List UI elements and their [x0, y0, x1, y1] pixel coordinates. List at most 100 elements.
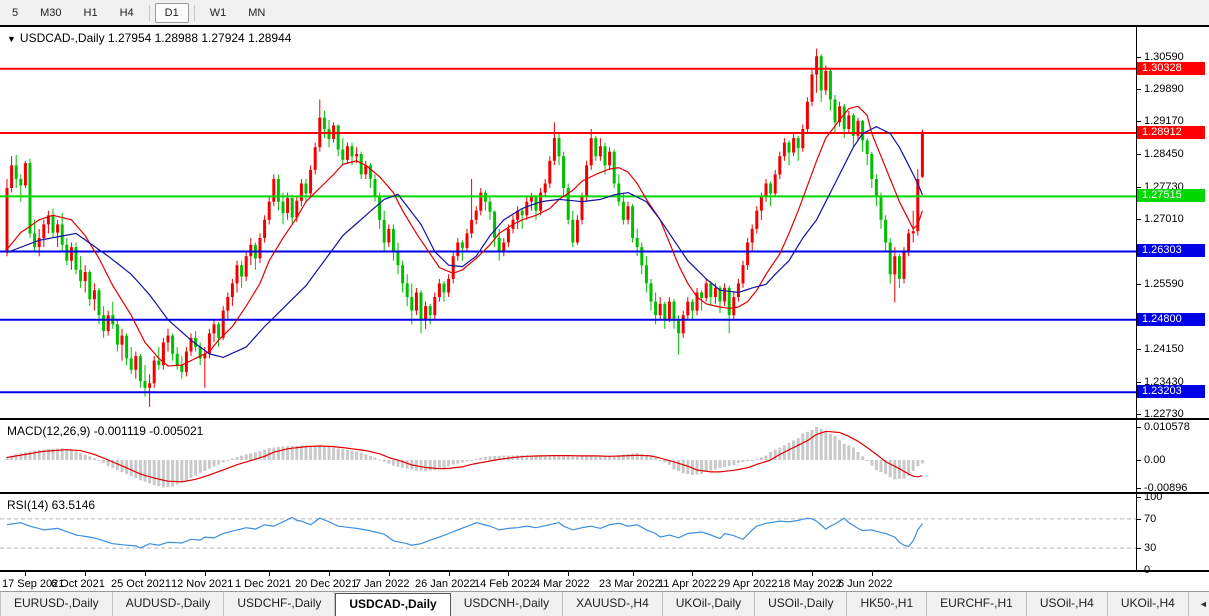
toolbar-separator: [149, 5, 150, 21]
price-axis-label: 1.27010: [1144, 213, 1184, 225]
time-tick: [205, 572, 206, 576]
time-tick: [633, 572, 634, 576]
tab-xauusd-h4[interactable]: XAUUSD-,H4: [563, 592, 663, 616]
price-tag-1.24800: 1.24800: [1137, 313, 1205, 326]
time-tick: [508, 572, 509, 576]
timeframe-button-D1[interactable]: D1: [155, 3, 189, 23]
price-tag-1.30328: 1.30328: [1137, 62, 1205, 75]
date-label: 18 May 2022: [778, 578, 842, 590]
time-tick: [145, 572, 146, 576]
date-label: 12 Nov 2021: [171, 578, 233, 590]
time-tick: [269, 572, 270, 576]
timeframe-button-H4[interactable]: H4: [110, 3, 144, 23]
date-label: 23 Mar 2022: [599, 578, 661, 590]
axis-tick: [1137, 414, 1141, 415]
date-label: 25 Oct 2021: [111, 578, 171, 590]
time-tick: [449, 572, 450, 576]
tab-audusd-daily[interactable]: AUDUSD-,Daily: [113, 592, 225, 616]
axis-tick: [1137, 570, 1141, 571]
tab-scroll-arrows: ◄►: [1189, 592, 1209, 616]
price-axis-label: 1.29890: [1144, 83, 1184, 95]
date-label: 11 Apr 2022: [658, 578, 717, 590]
candles-layer[interactable]: [6, 49, 924, 407]
date-label: 26 Jan 2022: [415, 578, 476, 590]
tab-hk50-h1[interactable]: HK50-,H1: [847, 592, 927, 616]
price-tag-1.27515: 1.27515: [1137, 189, 1205, 202]
tab-scroll-left-button[interactable]: ◄: [1199, 599, 1208, 609]
chart-title-text: USDCAD-,Daily 1.27954 1.28988 1.27924 1.…: [20, 31, 292, 45]
time-tick: [568, 572, 569, 576]
date-label: 20 Dec 2021: [295, 578, 357, 590]
axis-tick: [1137, 497, 1141, 498]
rsi-axis-label: 30: [1144, 542, 1156, 554]
axis-tick: [1137, 89, 1141, 90]
axis-tick: [1137, 349, 1141, 350]
date-label: 14 Feb 2022: [474, 578, 536, 590]
tab-eurchf-h1[interactable]: EURCHF-,H1: [927, 592, 1027, 616]
tab-usdcad-daily[interactable]: USDCAD-,Daily: [335, 593, 450, 616]
rsi-axis-label: 70: [1144, 513, 1156, 525]
date-label: 6 Jun 2022: [838, 578, 892, 590]
axis-tick: [1137, 548, 1141, 549]
rsi-axis-label: 100: [1144, 491, 1162, 503]
toolbar-separator: [194, 5, 195, 21]
date-label: 1 Dec 2021: [235, 578, 291, 590]
axis-tick: [1137, 427, 1141, 428]
date-label: 29 Apr 2022: [718, 578, 777, 590]
axis-tick: [1137, 121, 1141, 122]
price-axis-label: 1.28450: [1144, 148, 1184, 160]
tab-ukoil-h4[interactable]: UKOil-,H4: [1108, 592, 1189, 616]
time-axis[interactable]: 17 Sep 20216 Oct 202125 Oct 202112 Nov 2…: [0, 572, 1136, 593]
rsi-axis-label: 0: [1144, 564, 1150, 576]
axis-tick: [1137, 187, 1141, 188]
tab-ukoil-daily[interactable]: UKOil-,Daily: [663, 592, 755, 616]
timeframe-button-MN[interactable]: MN: [238, 3, 275, 23]
chart-window: ▼ USDCAD-,Daily 1.27954 1.28988 1.27924 1…: [0, 25, 1209, 591]
tab-usdchf-daily[interactable]: USDCHF-,Daily: [224, 592, 335, 616]
rsi-canvas[interactable]: [0, 494, 1136, 570]
timeframe-button-M30[interactable]: M30: [30, 3, 71, 23]
price-tag-1.26303: 1.26303: [1137, 244, 1205, 257]
price-axis-label: 1.25590: [1144, 278, 1184, 290]
time-tick: [812, 572, 813, 576]
horizontal-levels-layer[interactable]: [0, 69, 1136, 393]
rsi-label: RSI(14) 63.5146: [7, 498, 95, 512]
price-tag-1.23203: 1.23203: [1137, 385, 1205, 398]
price-axis[interactable]: 1.305901.298901.291701.284501.277301.270…: [1137, 27, 1209, 572]
date-label: 6 Oct 2021: [51, 578, 105, 590]
price-axis-label: 1.24150: [1144, 343, 1184, 355]
time-tick: [752, 572, 753, 576]
tab-usoil-h4[interactable]: USOil-,H4: [1027, 592, 1108, 616]
timeframe-button-H1[interactable]: H1: [74, 3, 108, 23]
tab-eurusd-daily[interactable]: EURUSD-,Daily: [0, 592, 113, 616]
axis-tick: [1137, 219, 1141, 220]
rsi-line: [7, 517, 922, 548]
main-chart-canvas[interactable]: [0, 27, 1136, 418]
symbol-dropdown-icon[interactable]: ▼: [7, 34, 16, 44]
axis-tick: [1137, 460, 1141, 461]
axis-tick: [1137, 488, 1141, 489]
date-label: 4 Mar 2022: [534, 578, 590, 590]
tab-usdcnh-daily[interactable]: USDCNH-,Daily: [451, 592, 563, 616]
axis-tick: [1137, 57, 1141, 58]
timeframe-button-5[interactable]: 5: [2, 3, 28, 23]
date-label: 7 Jan 2022: [355, 578, 409, 590]
macd-label: MACD(12,26,9) -0.001119 -0.005021: [7, 424, 203, 438]
macd-axis-label: 0.010578: [1144, 421, 1190, 433]
axis-tick: [1137, 284, 1141, 285]
timeframe-button-W1[interactable]: W1: [200, 3, 237, 23]
price-axis-label: 1.22730: [1144, 408, 1184, 420]
chart-tabs-bar: EURUSD-,DailyAUDUSD-,DailyUSDCHF-,DailyU…: [0, 591, 1209, 616]
time-tick: [389, 572, 390, 576]
time-tick: [692, 572, 693, 576]
axis-tick: [1137, 154, 1141, 155]
axis-tick: [1137, 382, 1141, 383]
macd-axis-label: 0.00: [1144, 454, 1165, 466]
time-tick: [329, 572, 330, 576]
tab-usoil-daily[interactable]: USOil-,Daily: [755, 592, 847, 616]
time-tick: [25, 572, 26, 576]
timeframe-toolbar: 5M30H1H4 D1 W1MN: [0, 0, 1209, 25]
axis-tick: [1137, 519, 1141, 520]
time-tick: [872, 572, 873, 576]
time-tick: [85, 572, 86, 576]
